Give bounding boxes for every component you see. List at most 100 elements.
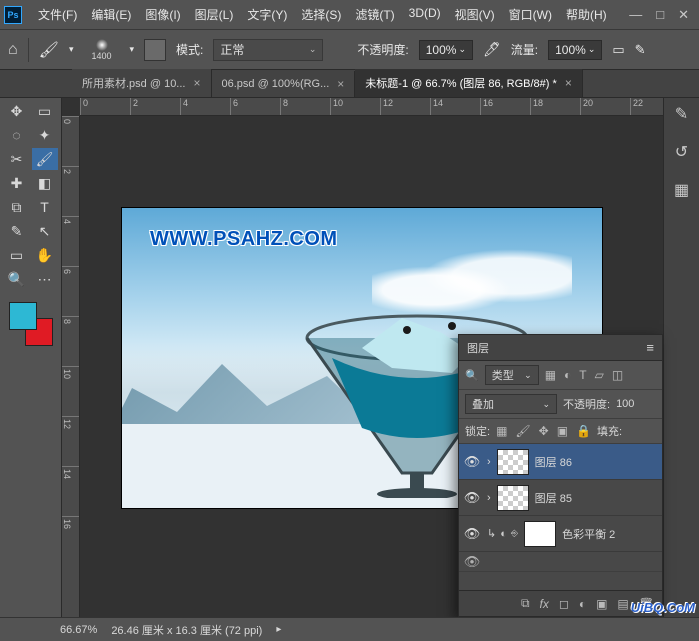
layer-row[interactable]: 👁 › 图层 85 [459,480,662,516]
airbrush-icon[interactable]: ▭ [612,42,624,58]
layer-list[interactable]: 👁 › 图层 86 👁 › 图层 85 👁 ↳ ◐ ⎆ 色彩平衡 2 👁 [459,444,662,590]
menu-view[interactable]: 视图(V) [449,2,501,27]
layer-row-partial[interactable]: 👁 [459,552,662,572]
filter-shape-icon[interactable]: ▱ [595,368,604,382]
close-icon[interactable]: × [337,77,344,91]
visibility-toggle[interactable]: 👁 [463,554,481,570]
layer-thumb[interactable] [497,449,529,475]
edit-toolbar-icon[interactable]: ✎ [675,104,688,124]
filter-smart-icon[interactable]: ◫ [612,368,623,382]
lock-all-icon[interactable]: 🔒 [576,424,591,438]
flow-value[interactable]: 100%⌄ [548,40,602,60]
lock-position-icon[interactable]: ✥ [539,424,549,438]
search-icon[interactable]: 🔍 [465,369,479,382]
new-layer-icon[interactable]: ▤ [617,597,628,611]
path-select-tool[interactable]: ↖ [32,220,58,242]
layer-name[interactable]: 色彩平衡 2 [562,526,615,542]
healing-tool[interactable]: ✚ [4,172,30,194]
menu-select[interactable]: 选择(S) [295,2,347,27]
swatches-icon[interactable]: ▦ [674,180,689,200]
opacity-value[interactable]: 100%⌄ [419,40,473,60]
pressure-size-icon[interactable]: ✎ [635,42,646,58]
layer-opacity-value[interactable]: 100 [616,398,634,410]
adjustment-icon[interactable]: ◐ [500,528,507,540]
expand-icon[interactable]: › [487,492,491,504]
lock-artboard-icon[interactable]: ▣ [557,424,568,438]
blend-mode-dropdown[interactable]: 正常 ⌄ [213,39,323,61]
horizontal-ruler[interactable]: 024681012141618202224 [80,98,663,116]
visibility-toggle[interactable]: 👁 [463,526,481,542]
filter-type-icon[interactable]: T [579,368,586,382]
layer-row[interactable]: 👁 › 图层 86 [459,444,662,480]
layer-name[interactable]: 图层 86 [535,454,572,470]
layer-blend-dropdown[interactable]: 叠加⌄ [465,394,557,414]
doc-tab-3-active[interactable]: 未标题-1 @ 66.7% (图层 86, RGB/8#) * × [355,69,583,97]
foreground-swatch[interactable] [9,302,37,330]
layer-style-icon[interactable]: fx [540,597,549,611]
marquee-tool[interactable]: ▭ [32,100,58,122]
menu-layer[interactable]: 图层(L) [189,2,240,27]
visibility-toggle[interactable]: 👁 [463,454,481,470]
flow-label: 流量: [511,41,538,58]
eraser-tool[interactable]: ◧ [32,172,58,194]
lasso-tool[interactable]: ◌ [4,124,30,146]
menu-3d[interactable]: 3D(D) [403,2,447,27]
close-button[interactable]: ✕ [678,7,689,23]
zoom-tool[interactable]: 🔍 [4,268,30,290]
quick-select-tool[interactable]: ✦ [32,124,58,146]
move-tool[interactable]: ✥ [4,100,30,122]
doc-tab-1[interactable]: 所用素材.psd @ 10... × [72,69,212,97]
filter-pixel-icon[interactable]: ▦ [545,368,556,382]
menu-help[interactable]: 帮助(H) [560,2,613,27]
menu-edit[interactable]: 编辑(E) [85,2,137,27]
close-icon[interactable]: × [193,76,200,90]
menu-filter[interactable]: 滤镜(T) [349,2,400,27]
panel-header[interactable]: 图层 ≡ [459,335,662,361]
doc-tab-2[interactable]: 06.psd @ 100%(RG... × [212,71,356,97]
hand-tool[interactable]: ✋ [32,244,58,266]
panel-menu-icon[interactable]: ≡ [646,340,654,355]
brush-panel-toggle[interactable] [144,39,166,61]
expand-icon[interactable]: › [487,456,491,468]
chevron-right-icon[interactable]: ▸ [276,624,281,635]
extra-tool[interactable]: ⋯ [32,268,58,290]
clone-tool[interactable]: ⧉ [4,196,30,218]
menu-image[interactable]: 图像(I) [139,2,186,27]
layer-row[interactable]: 👁 ↳ ◐ ⎆ 色彩平衡 2 [459,516,662,552]
brush-preset-picker[interactable]: 1400 [84,34,120,66]
brush-tool-icon[interactable]: 🖌 [39,40,59,60]
visibility-toggle[interactable]: 👁 [463,490,481,506]
lock-pixels-icon[interactable]: ▦ [496,424,507,438]
link-layers-icon[interactable]: ⧉ [521,596,530,611]
maximize-button[interactable]: □ [656,7,664,23]
mask-icon[interactable]: ◻ [559,597,569,611]
app-logo: Ps [4,6,22,24]
pressure-opacity-icon[interactable]: 🖊 [483,41,501,58]
color-swatches[interactable] [9,302,53,346]
brush-tool[interactable]: 🖌 [32,148,58,170]
filter-adjust-icon[interactable]: ◐ [564,368,571,382]
group-icon[interactable]: ▣ [596,597,607,611]
menu-type[interactable]: 文字(Y) [241,2,293,27]
chevron-down-icon[interactable]: ▾ [69,44,74,55]
crop-tool[interactable]: ✂ [4,148,30,170]
doc-dimensions[interactable]: 26.46 厘米 x 16.3 厘米 (72 ppi) [111,622,262,638]
shape-tool[interactable]: ▭ [4,244,30,266]
filter-kind-dropdown[interactable]: 类型⌄ [485,365,539,385]
home-button[interactable]: ⌂ [8,41,18,59]
layer-thumb[interactable] [497,485,529,511]
lock-brush-icon[interactable]: 🖌 [515,424,530,438]
menu-file[interactable]: 文件(F) [32,2,83,27]
pen-tool[interactable]: ✎ [4,220,30,242]
vertical-ruler[interactable]: 0246810121416 [62,116,80,617]
type-tool[interactable]: T [32,196,58,218]
history-icon[interactable]: ↺ [675,142,688,162]
close-icon[interactable]: × [565,76,572,90]
menu-window[interactable]: 窗口(W) [503,2,558,27]
zoom-level[interactable]: 66.67% [60,624,97,636]
chevron-down-icon[interactable]: ▾ [130,44,135,55]
layer-name[interactable]: 图层 85 [535,490,572,506]
minimize-button[interactable]: — [629,7,642,23]
mask-thumb[interactable] [524,521,556,547]
adjustment-layer-icon[interactable]: ◐ [579,597,586,611]
